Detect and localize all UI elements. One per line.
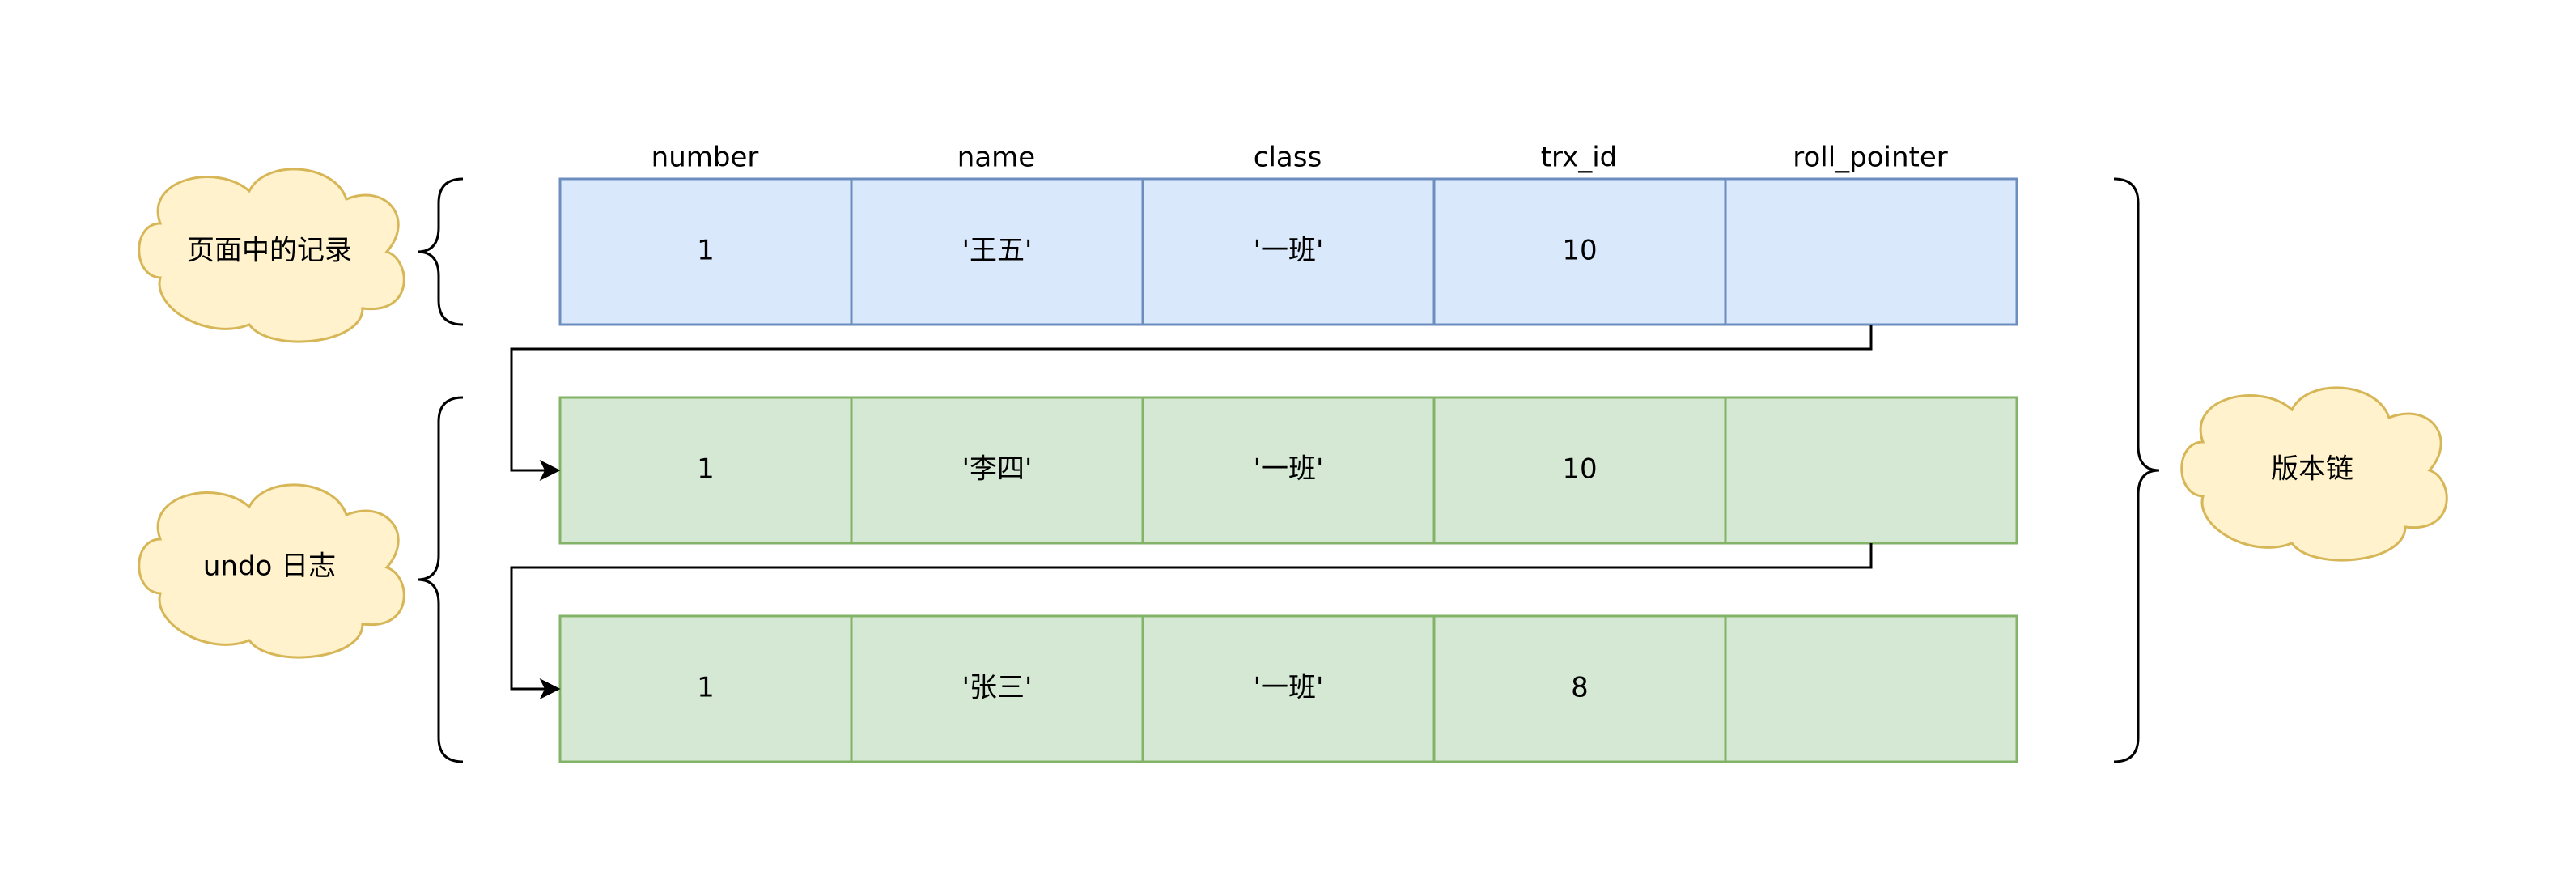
cell-number: 1 <box>697 453 715 486</box>
cell-number: 1 <box>697 672 715 704</box>
version-chain-label: 版本链 <box>2271 453 2353 486</box>
column-header-roll-pointer: roll_pointer <box>1793 142 1948 174</box>
cell-rect-roll-pointer <box>1724 614 2018 763</box>
undo-record-row-2: 1 '张三' '一班' 8 <box>558 614 2018 763</box>
page-record-brace <box>417 177 464 326</box>
cell-rect-roll-pointer <box>1724 396 2018 545</box>
page-record-row: 1 '王五' '一班' 10 <box>558 177 2018 326</box>
column-headers: number name class trx_id roll_pointer <box>651 142 1948 174</box>
column-header-trx-id: trx_id <box>1541 142 1618 174</box>
cell-class: '一班' <box>1254 453 1324 486</box>
undo-log-brace <box>417 396 464 763</box>
cell-name: '王五' <box>962 235 1033 267</box>
page-record-label: 页面中的记录 <box>187 235 352 267</box>
cell-trx-id: 10 <box>1562 235 1597 267</box>
cell-rect-roll-pointer <box>1724 177 2018 326</box>
version-chain-brace <box>2113 177 2160 763</box>
cell-number: 1 <box>697 235 715 267</box>
version-chain-cloud: 版本链 <box>2180 386 2448 562</box>
cell-class: '一班' <box>1254 235 1324 267</box>
undo-record-row-1: 1 '李四' '一班' 10 <box>558 396 2018 545</box>
cell-class: '一班' <box>1254 672 1324 704</box>
cell-trx-id: 8 <box>1571 672 1589 704</box>
undo-log-label: undo 日志 <box>203 550 336 583</box>
cell-trx-id: 10 <box>1562 453 1597 486</box>
column-header-class: class <box>1254 142 1322 174</box>
undo-log-cloud: undo 日志 <box>138 483 405 659</box>
cell-name: '李四' <box>962 453 1033 486</box>
page-record-cloud: 页面中的记录 <box>138 168 405 343</box>
column-header-number: number <box>651 142 759 174</box>
column-header-name: name <box>957 142 1035 174</box>
cell-name: '张三' <box>962 672 1033 704</box>
version-chain-diagram: number name class trx_id roll_pointer 1 … <box>138 142 2448 763</box>
